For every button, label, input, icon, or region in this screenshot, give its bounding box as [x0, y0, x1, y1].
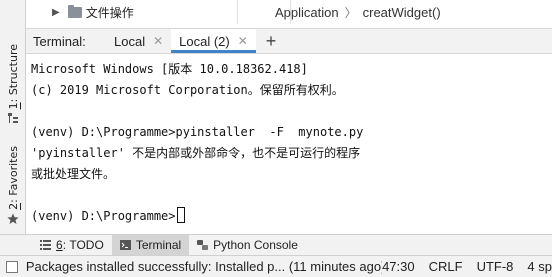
python-console-tool-button[interactable]: Python Console [189, 235, 306, 255]
tab-local-label: Local [114, 33, 146, 49]
star-icon [7, 213, 19, 224]
favorites-tab-label: Favorites [6, 146, 20, 196]
folder-label: 文件操作 [85, 5, 134, 20]
line-separator[interactable]: CRLF [429, 259, 463, 274]
status-message[interactable]: Packages installed successfully: Install… [26, 259, 382, 274]
terminal-icon [119, 240, 131, 250]
favorites-tool-tab[interactable]: 2: Favorites [4, 146, 22, 225]
terminal-line: 'pyinstaller' 不是内部或外部命令，也不是可运行的程序 [31, 146, 361, 160]
folder-icon [67, 4, 82, 18]
tab-local-2[interactable]: Local (2) ✕ [171, 29, 256, 53]
structure-icon [8, 113, 18, 124]
terminal-title: Terminal: [33, 33, 86, 49]
caret-position[interactable]: 47:30 [382, 259, 415, 274]
python-console-icon [197, 240, 209, 250]
todo-tool-button[interactable]: 6: TODO [32, 235, 112, 255]
terminal-prompt-line[interactable]: (venv) D:\Programme> [31, 206, 552, 227]
terminal-tool-label: Terminal [135, 238, 182, 252]
expand-arrow-icon[interactable]: ▶ [52, 7, 60, 18]
breadcrumb: Application 〉 creatWidget() [275, 0, 441, 24]
terminal-cursor [176, 207, 185, 223]
tab-local[interactable]: Local ✕ [106, 29, 171, 53]
tab-local-2-label: Local (2) [179, 33, 230, 49]
todo-number: 6 [56, 238, 63, 252]
terminal-line: 或批处理文件。 [31, 167, 116, 181]
tool-windows-toggle-icon[interactable] [6, 260, 18, 273]
breadcrumb-separator-icon: 〉 [344, 5, 357, 20]
structure-tab-number: 1 [6, 102, 20, 110]
terminal-line: (venv) D:\Programme>pyinstaller -F mynot… [31, 125, 364, 139]
structure-tool-tab[interactable]: 1: Structure [4, 44, 22, 124]
favorites-tab-number: 2 [6, 202, 20, 210]
terminal-tool-button[interactable]: Terminal [111, 235, 190, 255]
terminal-tab-header: Terminal: Local ✕ Local (2) ✕ + [26, 28, 552, 54]
close-icon[interactable]: ✕ [238, 34, 248, 48]
todo-label: TODO [69, 238, 104, 252]
terminal-line: (c) 2019 Microsoft Corporation。保留所有权利。 [31, 83, 344, 97]
todo-list-icon [40, 240, 51, 250]
tool-window-bar: 6: TODO Terminal Python Console [0, 234, 552, 255]
indent-setting[interactable]: 4 sp [527, 259, 552, 274]
terminal-output[interactable]: Microsoft Windows [版本 10.0.18362.418] (c… [26, 54, 552, 234]
structure-tab-label: Structure [6, 44, 20, 96]
breadcrumb-class[interactable]: Application [275, 5, 339, 20]
status-bar: Packages installed successfully: Install… [0, 255, 552, 277]
left-tool-stripe: 1: Structure 2: Favorites [0, 0, 26, 255]
new-session-button[interactable]: + [266, 32, 277, 50]
file-encoding[interactable]: UTF-8 [477, 259, 514, 274]
project-tree-item[interactable]: ▶ 文件操作 [26, 0, 238, 24]
close-icon[interactable]: ✕ [153, 34, 163, 48]
terminal-line: Microsoft Windows [版本 10.0.18362.418] [31, 62, 308, 76]
python-console-label: Python Console [213, 238, 298, 252]
terminal-prompt: (venv) D:\Programme> [31, 209, 176, 223]
breadcrumb-method[interactable]: creatWidget() [363, 5, 441, 20]
